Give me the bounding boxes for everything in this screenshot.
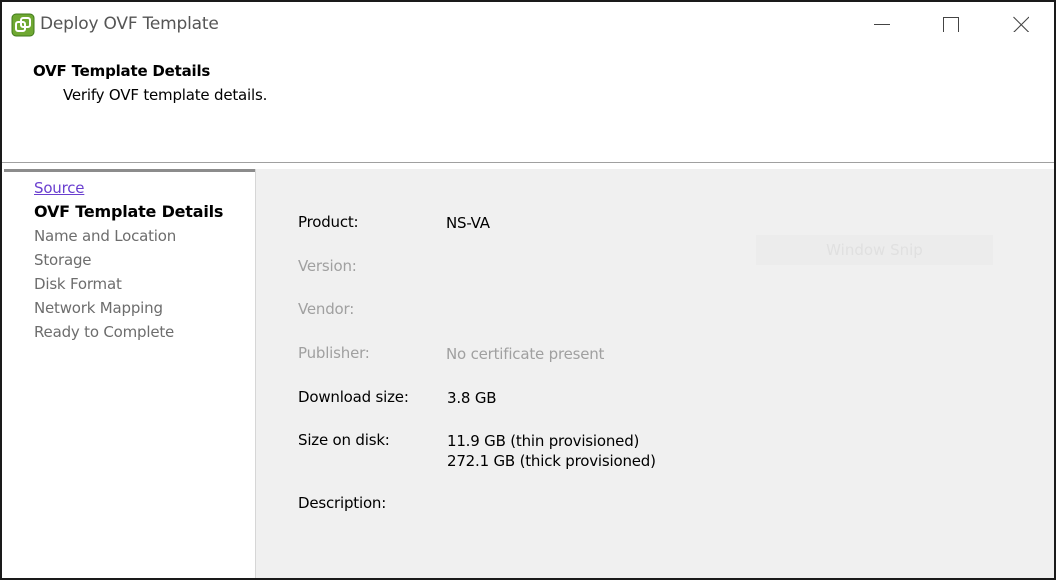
window-title: Deploy OVF Template [40, 14, 219, 34]
download-size-value: 3.8 GB [447, 389, 497, 407]
minimize-icon [874, 24, 890, 25]
step-title: OVF Template Details [33, 62, 211, 80]
vsphere-app-icon [11, 13, 35, 37]
step-ready-to-complete: Ready to Complete [34, 323, 175, 341]
step-name-and-location: Name and Location [34, 227, 177, 245]
wizard-steps-nav: Source OVF Template Details Name and Loc… [4, 169, 255, 578]
size-on-disk-thick: 272.1 GB (thick provisioned) [447, 452, 656, 470]
step-disk-format: Disk Format [34, 275, 122, 293]
step-network-mapping: Network Mapping [34, 299, 163, 317]
deploy-ovf-window: Deploy OVF Template OVF Template Details… [0, 0, 1056, 580]
header-divider-highlight [2, 163, 1054, 164]
product-label: Product: [298, 213, 359, 231]
version-label: Version: [298, 257, 357, 275]
minimize-button[interactable] [847, 2, 917, 46]
download-size-label: Download size: [298, 388, 409, 406]
wizard-header: OVF Template Details Verify OVF template… [2, 48, 1054, 163]
product-value: NS-VA [446, 214, 490, 232]
publisher-label: Publisher: [298, 344, 370, 362]
title-bar[interactable]: Deploy OVF Template [2, 2, 1054, 48]
wizard-steps-list: Source OVF Template Details Name and Loc… [34, 177, 223, 345]
size-on-disk-thin: 11.9 GB (thin provisioned) [447, 432, 640, 450]
description-label: Description: [298, 494, 387, 512]
close-icon [1013, 16, 1029, 32]
step-storage: Storage [34, 251, 92, 269]
size-on-disk-label: Size on disk: [298, 431, 390, 449]
publisher-value: No certificate present [446, 345, 605, 363]
vendor-label: Vendor: [298, 300, 355, 318]
window-snip-overlay: Window Snip [756, 235, 993, 265]
step-subtitle: Verify OVF template details. [63, 86, 268, 104]
close-button[interactable] [986, 2, 1054, 46]
step-ovf-template-details: OVF Template Details [34, 202, 224, 221]
details-panel: Window Snip Product: NS-VA Version: Vend… [256, 169, 1054, 578]
step-source-link[interactable]: Source [34, 177, 223, 201]
maximize-icon [943, 17, 959, 32]
maximize-button[interactable] [916, 2, 986, 46]
